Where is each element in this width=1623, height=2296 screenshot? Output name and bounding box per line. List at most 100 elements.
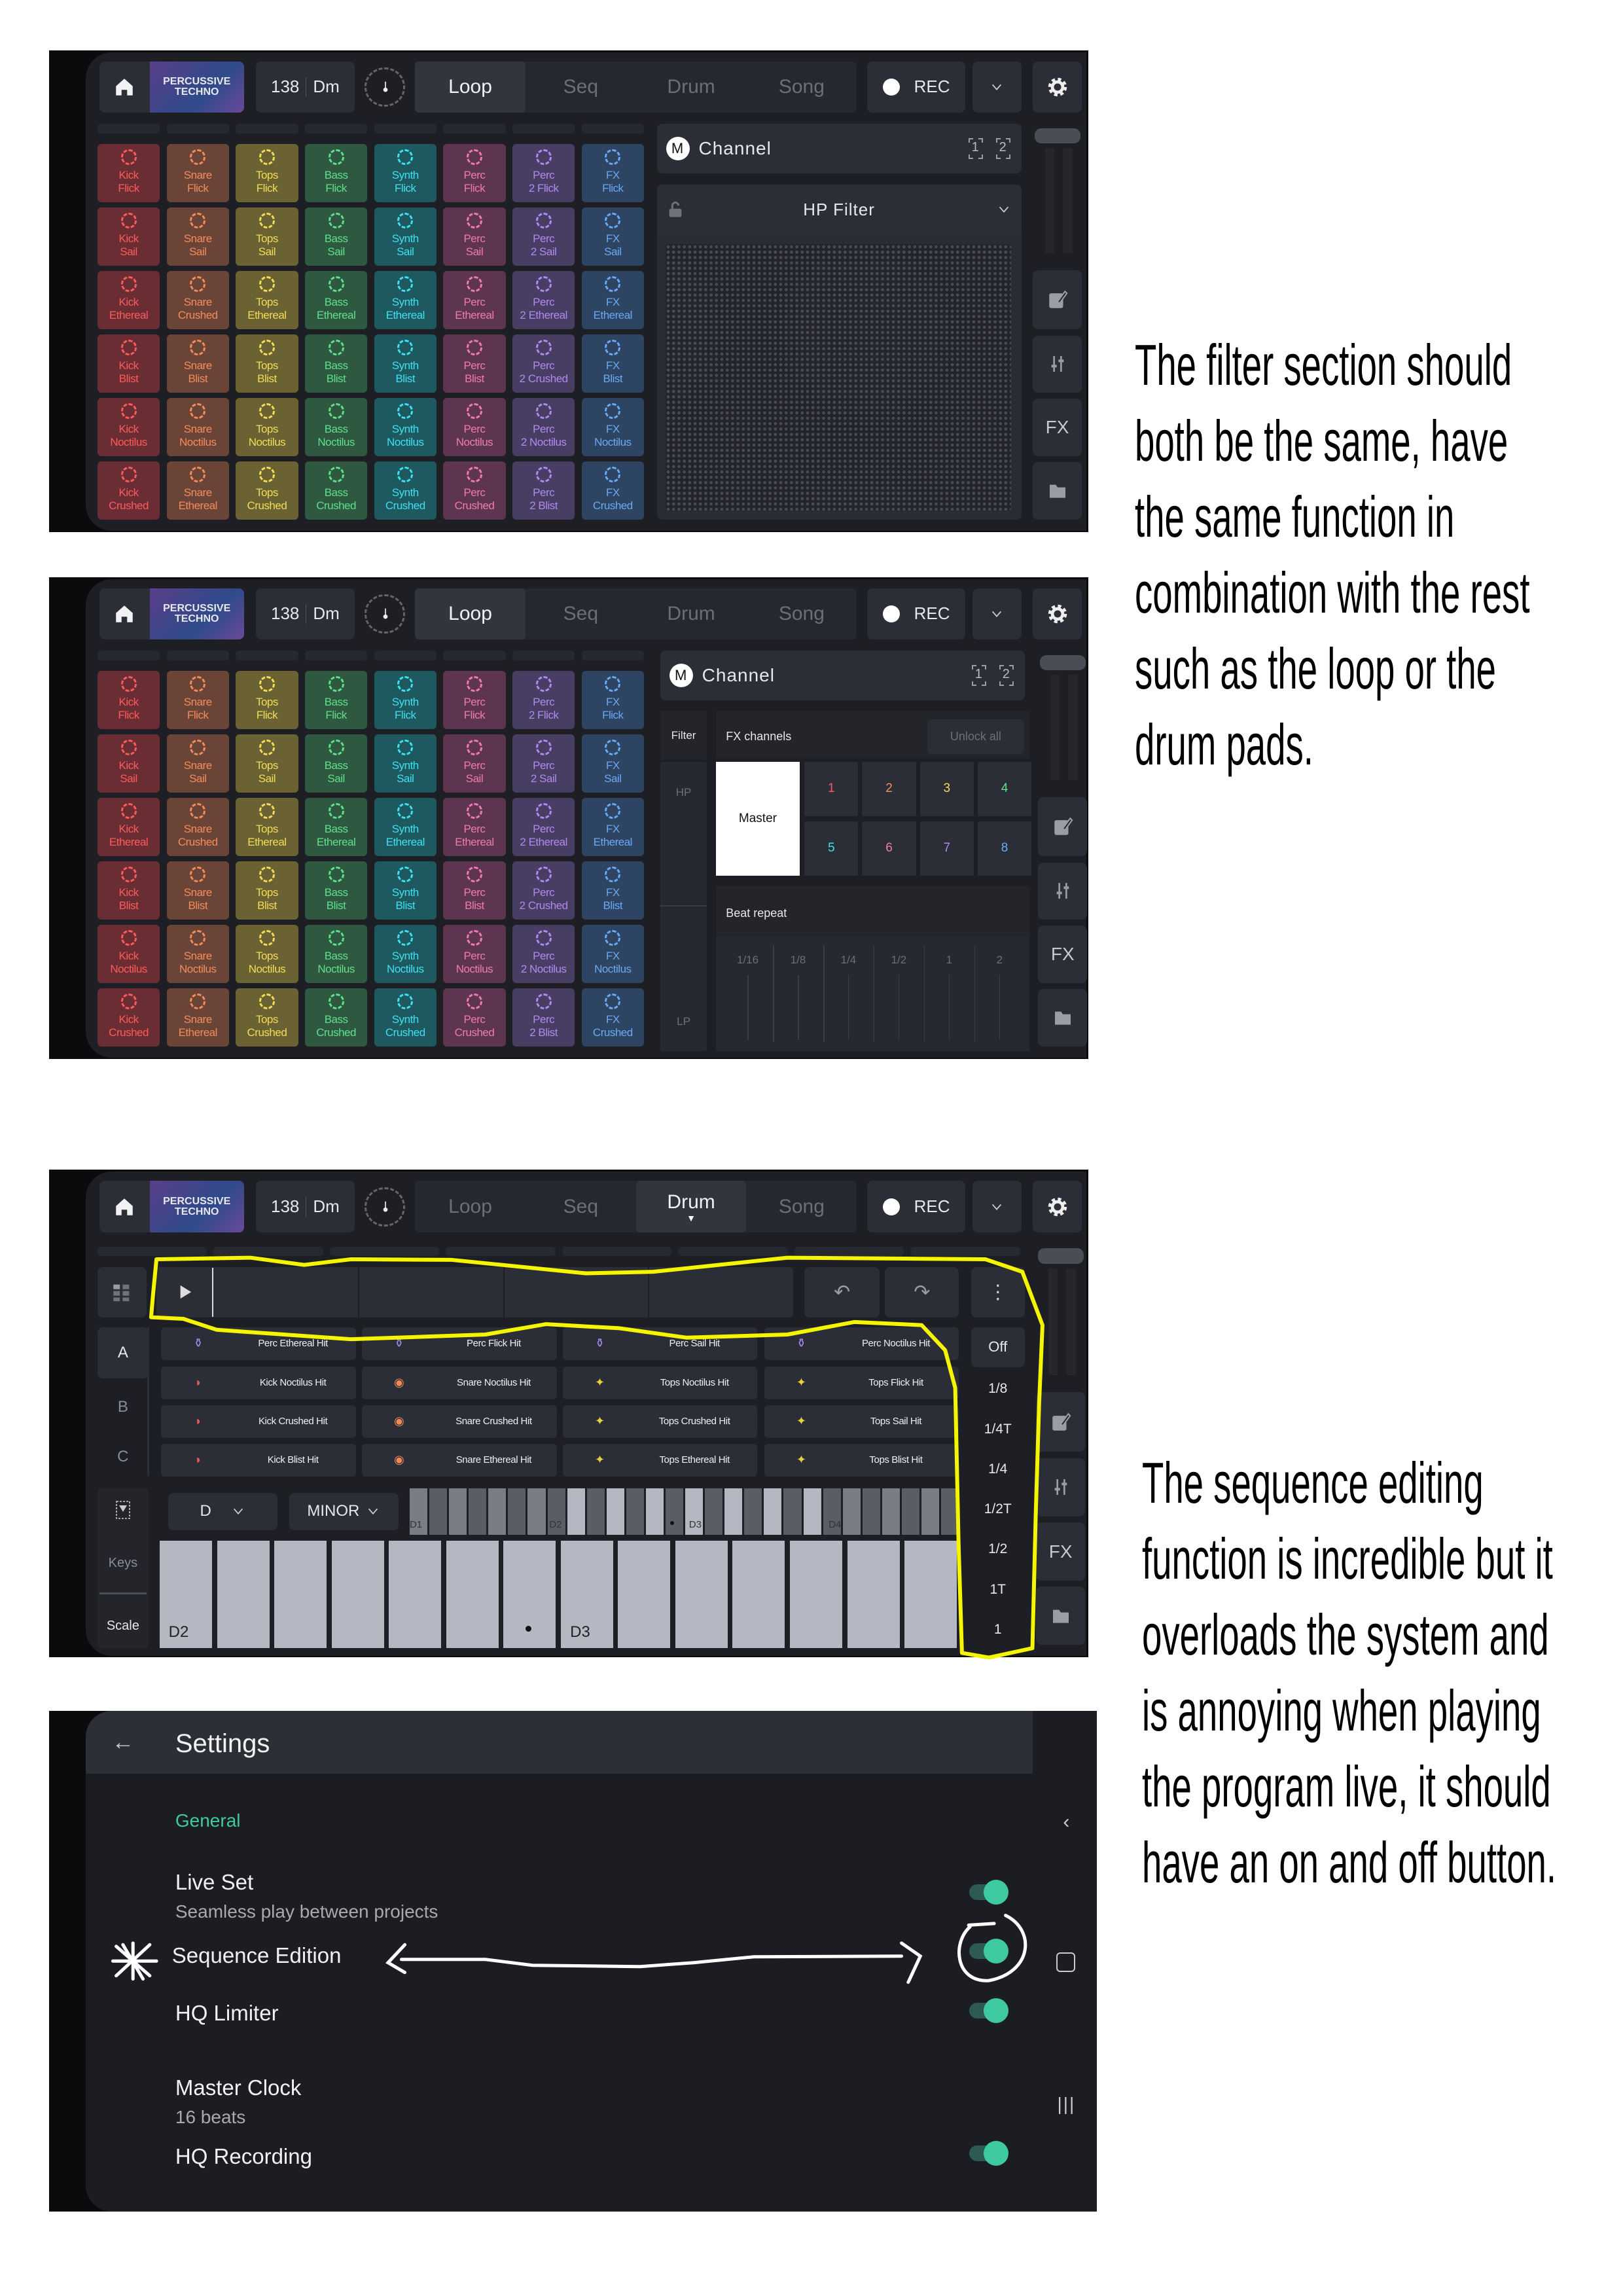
folder-button[interactable]: [1033, 462, 1082, 520]
fx-channel-button[interactable]: 7: [919, 821, 974, 876]
volume-slider-handle[interactable]: [1035, 128, 1080, 144]
loop-pad[interactable]: Snare Flick: [166, 671, 229, 730]
loop-pad[interactable]: Synth Crushed: [374, 988, 437, 1047]
loop-pad[interactable]: Perc 2 Noctilus: [512, 398, 575, 456]
loop-pad[interactable]: Perc 2 Ethereal: [512, 271, 575, 330]
tab-song[interactable]: Song: [747, 62, 857, 113]
loop-pad[interactable]: FX Crushed: [581, 988, 645, 1047]
channel-header[interactable]: M Channel 1 2: [660, 650, 1025, 701]
project-logo[interactable]: PERCUSSIVE TECHNO: [149, 61, 244, 113]
loop-pad[interactable]: Perc 2 Blist: [512, 461, 575, 520]
loop-pad[interactable]: Perc Ethereal: [443, 798, 506, 857]
loop-pad[interactable]: Tops Crushed: [236, 461, 298, 520]
loop-pad[interactable]: Perc 2 Ethereal: [512, 798, 575, 857]
loop-pad[interactable]: Tops Ethereal: [236, 271, 298, 330]
loop-pad[interactable]: Synth Noctilus: [374, 925, 437, 983]
loop-pad[interactable]: Snare Ethereal: [166, 461, 229, 520]
channel-slot2-button[interactable]: 2: [997, 664, 1016, 687]
loop-pad[interactable]: Tops Blist: [236, 861, 298, 920]
loop-pad[interactable]: Bass Flick: [304, 671, 368, 730]
loop-pad[interactable]: Synth Noctilus: [374, 398, 437, 456]
loop-pad[interactable]: Synth Crushed: [374, 461, 437, 520]
loop-pad[interactable]: Kick Flick: [97, 671, 160, 730]
loop-pad[interactable]: Perc Flick: [443, 144, 506, 203]
volume-slider-track[interactable]: [1044, 148, 1054, 254]
loop-pad[interactable]: Snare Ethereal: [166, 988, 229, 1047]
tab-loop[interactable]: Loop: [415, 61, 526, 113]
loop-pad[interactable]: Kick Noctilus: [97, 925, 160, 983]
fx-button[interactable]: FX: [1033, 399, 1082, 456]
loop-pad[interactable]: Bass Sail: [304, 734, 368, 793]
loop-pad[interactable]: Synth Flick: [374, 144, 437, 203]
loop-pad[interactable]: Bass Crushed: [304, 988, 368, 1047]
loop-pad[interactable]: Tops Ethereal: [236, 798, 298, 857]
loop-pad[interactable]: Kick Ethereal: [97, 271, 160, 330]
home-button[interactable]: [99, 588, 150, 639]
loop-pad[interactable]: Perc Noctilus: [443, 398, 506, 456]
loop-pad[interactable]: Kick Ethereal: [97, 798, 160, 857]
loop-pad[interactable]: Bass Ethereal: [304, 798, 368, 857]
loop-pad[interactable]: FX Noctilus: [581, 398, 645, 456]
filter-type-dropdown[interactable]: HP Filter: [656, 185, 1022, 234]
loop-pad[interactable]: Snare Noctilus: [166, 398, 229, 456]
mixer-button[interactable]: [1033, 335, 1082, 393]
tab-song[interactable]: Song: [747, 588, 857, 639]
loop-pad[interactable]: Perc 2 Sail: [512, 207, 575, 266]
loop-pad[interactable]: Snare Crushed: [166, 271, 229, 330]
loop-pad[interactable]: Perc Flick: [443, 671, 506, 730]
loop-pad[interactable]: Perc Crushed: [443, 988, 506, 1047]
loop-pad[interactable]: Perc 2 Flick: [512, 144, 575, 203]
loop-pad[interactable]: FX Sail: [581, 207, 645, 266]
loop-pad[interactable]: Synth Blist: [374, 334, 437, 393]
loop-pad[interactable]: Synth Flick: [374, 671, 437, 730]
loop-pad[interactable]: Synth Sail: [374, 734, 437, 793]
loop-pad[interactable]: Bass Flick: [304, 144, 368, 203]
loop-pad[interactable]: Synth Sail: [374, 207, 437, 266]
loop-pad[interactable]: Bass Sail: [304, 207, 368, 266]
channel-slot1-button[interactable]: 1: [967, 137, 985, 160]
loop-pad[interactable]: Bass Ethereal: [304, 271, 368, 330]
loop-pad[interactable]: Bass Blist: [304, 861, 368, 920]
tab-seq[interactable]: Seq: [526, 62, 636, 113]
loop-pad[interactable]: FX Blist: [581, 334, 645, 393]
loop-pad[interactable]: FX Noctilus: [581, 925, 645, 983]
edit-button[interactable]: [1033, 270, 1082, 330]
channel-slot1-button[interactable]: 1: [970, 664, 988, 687]
loop-pad[interactable]: Perc 2 Flick: [512, 671, 575, 730]
tab-drum[interactable]: Drum: [636, 62, 747, 113]
tempo-key-button[interactable]: 138 Dm: [256, 61, 355, 113]
tab-loop[interactable]: Loop: [415, 588, 526, 639]
loop-pad[interactable]: FX Ethereal: [581, 798, 645, 857]
loop-pad[interactable]: Perc 2 Sail: [512, 734, 575, 793]
loop-pad[interactable]: Tops Sail: [236, 207, 298, 266]
loop-pad[interactable]: Tops Noctilus: [236, 925, 298, 983]
settings-button[interactable]: [1033, 61, 1082, 113]
loop-pad[interactable]: Snare Noctilus: [166, 925, 229, 983]
master-channel-button[interactable]: Master: [715, 761, 800, 876]
loop-pad[interactable]: Perc Crushed: [443, 461, 506, 520]
filter-xy-pad[interactable]: [665, 243, 1012, 511]
settings-button[interactable]: [1033, 588, 1082, 639]
fx-channel-button[interactable]: 4: [977, 761, 1032, 816]
record-button[interactable]: REC: [866, 61, 966, 113]
metronome-button[interactable]: [365, 67, 405, 107]
loop-pad[interactable]: Perc 2 Noctilus: [512, 925, 575, 983]
fx-channel-button[interactable]: 6: [862, 821, 916, 876]
fx-channel-button[interactable]: 8: [977, 821, 1032, 876]
loop-pad[interactable]: Perc Blist: [443, 861, 506, 920]
record-options-dropdown[interactable]: [972, 588, 1022, 639]
loop-pad[interactable]: FX Flick: [581, 671, 645, 730]
loop-pad[interactable]: Tops Flick: [236, 671, 298, 730]
tab-drum[interactable]: Drum: [636, 588, 747, 639]
loop-pad[interactable]: Tops Sail: [236, 734, 298, 793]
loop-pad[interactable]: Kick Blist: [97, 334, 160, 393]
fx-button[interactable]: FX: [1038, 925, 1088, 983]
mixer-button[interactable]: [1038, 862, 1088, 920]
loop-pad[interactable]: Perc Sail: [443, 207, 506, 266]
metronome-button[interactable]: [365, 594, 405, 634]
loop-pad[interactable]: Snare Sail: [166, 207, 229, 266]
loop-pad[interactable]: Kick Noctilus: [97, 398, 160, 456]
loop-pad[interactable]: Synth Ethereal: [374, 798, 437, 857]
loop-pad[interactable]: Kick Crushed: [97, 461, 160, 520]
edit-button[interactable]: [1038, 797, 1088, 857]
